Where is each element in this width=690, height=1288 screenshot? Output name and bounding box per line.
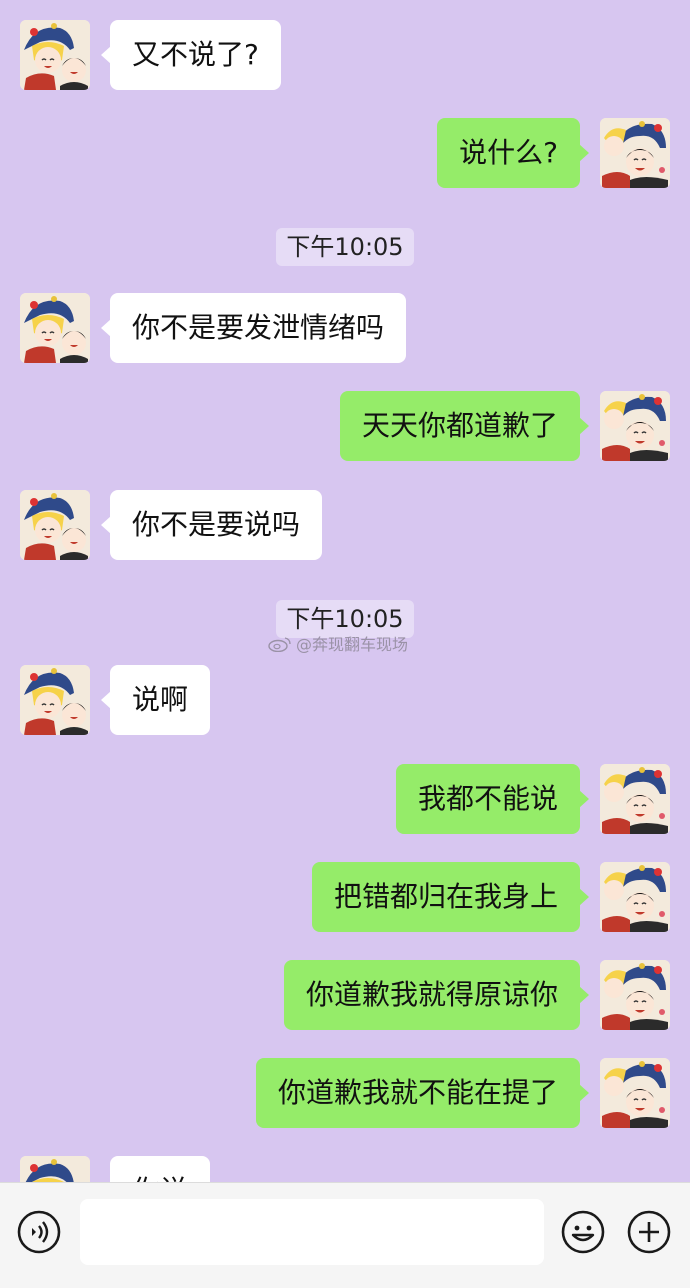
avatar-self[interactable]	[600, 960, 670, 1030]
message-bubble[interactable]: 我都不能说	[395, 764, 590, 834]
avatar-self[interactable]	[600, 764, 670, 834]
chat-area[interactable]: 又不说了? 说什么? 下午10:05 你不是要发泄情绪吗 天天你都道歉了 你不是…	[0, 0, 690, 1182]
message-bubble[interactable]: 把错都归在我身上	[311, 862, 590, 932]
message-bubble[interactable]: 又不说了?	[101, 20, 281, 90]
emoji-icon[interactable]	[560, 1209, 606, 1255]
weibo-logo-icon	[268, 637, 291, 652]
avatar-contact[interactable]	[20, 1156, 90, 1182]
avatar-contact[interactable]	[20, 293, 90, 363]
plus-icon[interactable]	[626, 1209, 672, 1255]
avatar-self[interactable]	[600, 391, 670, 461]
avatar-contact[interactable]	[20, 490, 90, 560]
input-bar	[0, 1182, 690, 1288]
message-input[interactable]	[80, 1199, 544, 1265]
avatar-self[interactable]	[600, 862, 670, 932]
avatar-self[interactable]	[600, 1058, 670, 1128]
watermark-text: @奔现翻车现场	[296, 635, 409, 654]
watermark: @奔现翻车现场	[268, 634, 408, 656]
timestamp-badge: 下午10:05	[276, 600, 414, 638]
message-bubble[interactable]: 说啊	[100, 665, 211, 735]
message-bubble[interactable]: 你不是要发泄情绪吗	[100, 293, 407, 363]
message-bubble[interactable]: 你说	[110, 1156, 211, 1182]
message-bubble[interactable]: 你不是要说吗	[100, 490, 323, 560]
message-bubble[interactable]: 天天你都道歉了	[339, 391, 590, 461]
message-bubble[interactable]: 你道歉我就不能在提了	[255, 1058, 590, 1128]
message-bubble[interactable]: 说什么?	[437, 118, 589, 188]
message-bubble[interactable]: 你道歉我就得原谅你	[283, 960, 590, 1030]
timestamp-badge: 下午10:05	[276, 228, 414, 266]
avatar-contact[interactable]	[20, 20, 90, 90]
voice-icon[interactable]	[16, 1209, 62, 1255]
avatar-contact[interactable]	[20, 665, 90, 735]
avatar-self[interactable]	[600, 118, 670, 188]
